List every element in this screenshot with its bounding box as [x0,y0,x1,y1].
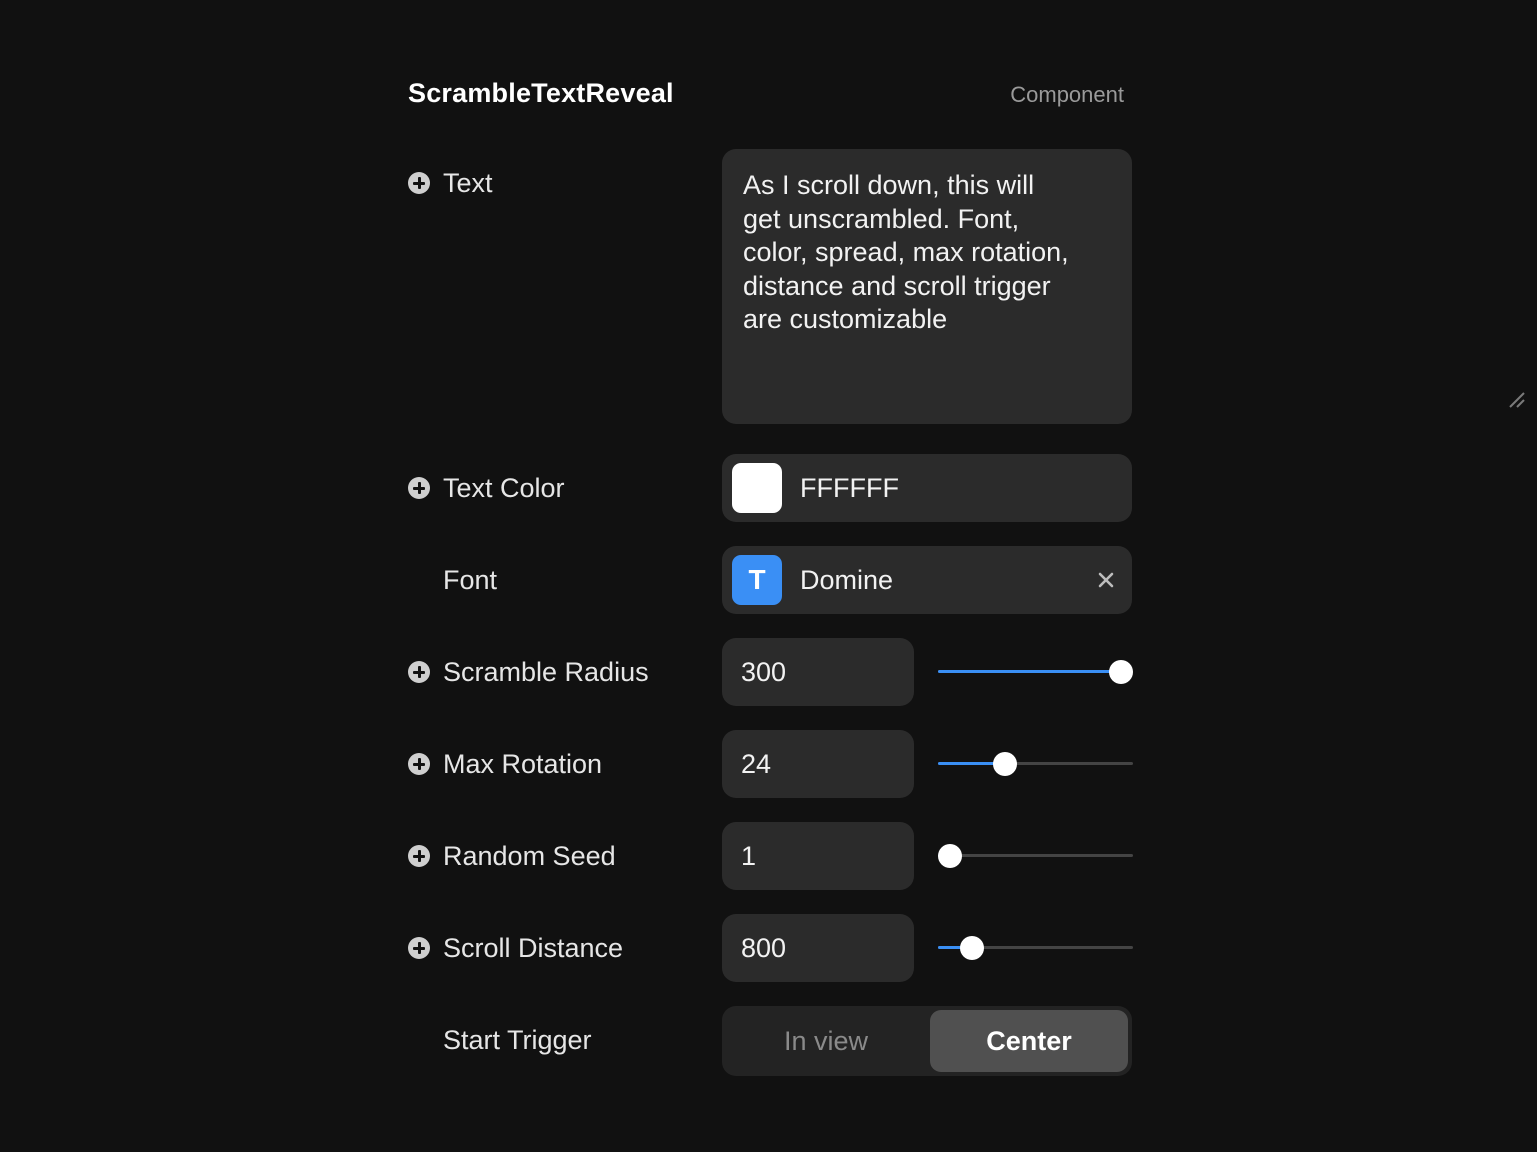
max-rotation-input[interactable]: 24 [722,730,914,798]
component-tag: Component [1010,82,1124,107]
random-seed-value[interactable]: 1 [741,822,756,890]
random-seed-input[interactable]: 1 [722,822,914,890]
component-title: ScrambleTextReveal [408,78,674,108]
font-type-icon: T [732,555,782,605]
font-picker-field[interactable]: T Domine [722,546,1132,614]
slider-thumb[interactable] [960,936,985,960]
slider-track[interactable] [938,854,1133,857]
add-variable-icon[interactable] [408,845,430,867]
add-variable-icon[interactable] [408,753,430,775]
panel-header: ScrambleTextReveal Component [408,78,1124,118]
font-name-value[interactable]: Domine [800,546,893,614]
scramble-radius-label: Scramble Radius [443,656,649,687]
text-label: Text [443,167,493,198]
scroll-distance-input[interactable]: 800 [722,914,914,982]
add-variable-icon[interactable] [408,477,430,499]
scramble-radius-input[interactable]: 300 [722,638,914,706]
random-seed-label: Random Seed [443,840,616,871]
scroll-distance-slider[interactable] [938,935,1133,961]
add-variable-icon[interactable] [408,661,430,683]
font-label: Font [443,564,498,595]
segment-center[interactable]: Center [930,1010,1128,1072]
scramble-radius-value[interactable]: 300 [741,638,786,706]
start-trigger-label: Start Trigger [443,1024,592,1055]
slider-thumb[interactable] [1109,660,1133,684]
add-variable-icon[interactable] [408,172,430,194]
random-seed-slider[interactable] [938,843,1133,869]
add-variable-icon[interactable] [408,937,430,959]
text-input[interactable]: As I scroll down, this will get unscramb… [722,149,1132,424]
color-picker-field[interactable]: FFFFFF [722,454,1132,522]
scroll-distance-value[interactable]: 800 [741,914,786,982]
scramble-radius-slider[interactable] [938,659,1133,685]
slider-fill [938,670,1121,673]
slider-thumb[interactable] [938,844,962,868]
start-trigger-segmented-control[interactable]: In view Center [722,1006,1132,1076]
segment-in-view[interactable]: In view [726,1010,926,1072]
properties-panel: ScrambleTextReveal Component Text As I s… [408,0,1525,1152]
clear-font-icon[interactable] [1096,570,1116,590]
max-rotation-slider[interactable] [938,751,1133,777]
resize-handle-icon[interactable] [1508,391,1526,409]
max-rotation-value[interactable]: 24 [741,730,771,798]
text-color-label: Text Color [443,472,565,503]
color-hex-value[interactable]: FFFFFF [800,454,899,522]
color-swatch[interactable] [732,463,782,513]
scroll-distance-label: Scroll Distance [443,932,624,963]
max-rotation-label: Max Rotation [443,748,603,779]
slider-thumb[interactable] [992,752,1017,776]
